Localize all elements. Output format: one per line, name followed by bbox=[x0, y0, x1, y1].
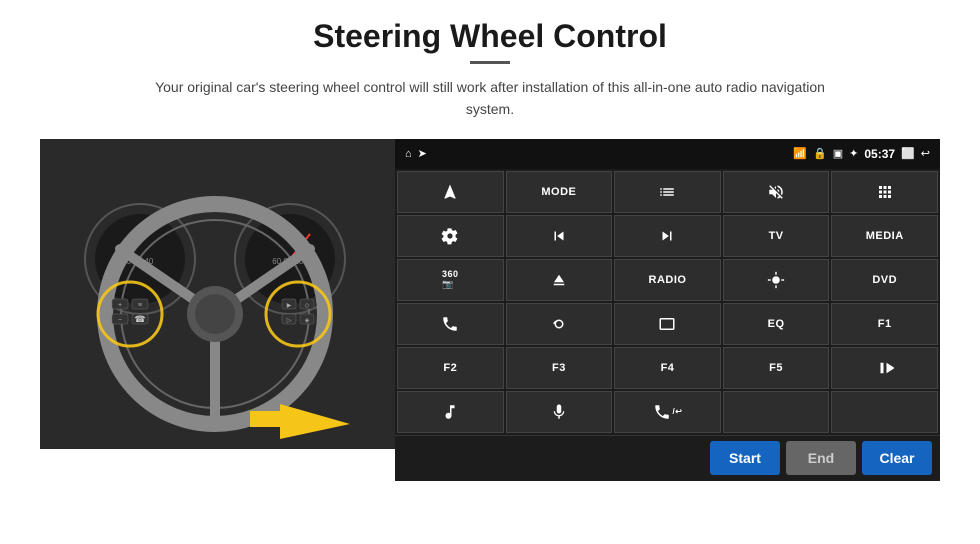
bottom-bar: Start End Clear bbox=[395, 435, 940, 481]
f1-button[interactable]: F1 bbox=[831, 303, 938, 345]
status-time: 05:37 bbox=[864, 147, 895, 161]
svg-text:◈: ◈ bbox=[305, 318, 310, 324]
page-title: Steering Wheel Control bbox=[313, 18, 667, 55]
eject-button[interactable] bbox=[506, 259, 613, 301]
lock-icon: 🔒 bbox=[813, 147, 827, 160]
back-icon: ↩ bbox=[921, 147, 930, 160]
sim-icon: ▣ bbox=[833, 147, 843, 160]
svg-text:☎: ☎ bbox=[134, 314, 145, 324]
empty-btn-1 bbox=[723, 391, 830, 433]
settings-button[interactable] bbox=[397, 215, 504, 257]
cam360-button[interactable]: 360📷 bbox=[397, 259, 504, 301]
dvd-button[interactable]: DVD bbox=[831, 259, 938, 301]
media-button[interactable]: MEDIA bbox=[831, 215, 938, 257]
callend-button[interactable]: /↩ bbox=[614, 391, 721, 433]
f3-button[interactable]: F3 bbox=[506, 347, 613, 389]
svg-text:▷: ▷ bbox=[287, 318, 292, 324]
tv-button[interactable]: TV bbox=[723, 215, 830, 257]
page-subtitle: Your original car's steering wheel contr… bbox=[140, 76, 840, 121]
nav-button[interactable] bbox=[397, 171, 504, 213]
f4-button[interactable]: F4 bbox=[614, 347, 721, 389]
status-right: 📶 🔒 ▣ ✦ 05:37 ⬜ ↩ bbox=[793, 147, 930, 161]
playpause-button[interactable] bbox=[831, 347, 938, 389]
start-button[interactable]: Start bbox=[710, 441, 780, 475]
status-bar: ⌂ ➤ 📶 🔒 ▣ ✦ 05:37 ⬜ ↩ bbox=[395, 139, 940, 169]
cast-icon: ⬜ bbox=[901, 147, 915, 160]
swipe-button[interactable] bbox=[506, 303, 613, 345]
page-container: Steering Wheel Control Your original car… bbox=[0, 0, 980, 544]
empty-btn-2 bbox=[831, 391, 938, 433]
next-button[interactable] bbox=[614, 215, 721, 257]
eq-button[interactable]: EQ bbox=[723, 303, 830, 345]
button-grid: MODE TV bbox=[395, 169, 940, 435]
apps-button[interactable] bbox=[831, 171, 938, 213]
radio-button[interactable]: RADIO bbox=[614, 259, 721, 301]
nav-icon: ➤ bbox=[418, 147, 427, 160]
svg-text:−: − bbox=[118, 317, 122, 324]
mute-button[interactable] bbox=[723, 171, 830, 213]
wifi-icon: 📶 bbox=[793, 147, 807, 160]
window-button[interactable] bbox=[614, 303, 721, 345]
mic-button[interactable] bbox=[506, 391, 613, 433]
clear-button[interactable]: Clear bbox=[862, 441, 932, 475]
f2-button[interactable]: F2 bbox=[397, 347, 504, 389]
list-button[interactable] bbox=[614, 171, 721, 213]
home-icon: ⌂ bbox=[405, 148, 412, 160]
radio-panel: ⌂ ➤ 📶 🔒 ▣ ✦ 05:37 ⬜ ↩ M bbox=[395, 139, 940, 481]
steering-wheel-image: 0 20 40 60 80 100 bbox=[40, 139, 395, 449]
f5-button[interactable]: F5 bbox=[723, 347, 830, 389]
svg-text:◇: ◇ bbox=[305, 303, 310, 309]
phone-button[interactable] bbox=[397, 303, 504, 345]
svg-text:+: + bbox=[118, 302, 122, 309]
music-button[interactable] bbox=[397, 391, 504, 433]
bt-icon: ✦ bbox=[849, 147, 858, 160]
end-button[interactable]: End bbox=[786, 441, 856, 475]
brightness-button[interactable] bbox=[723, 259, 830, 301]
svg-text:▶: ▶ bbox=[287, 303, 292, 309]
mode-button[interactable]: MODE bbox=[506, 171, 613, 213]
content-area: 0 20 40 60 80 100 bbox=[40, 139, 940, 481]
status-left: ⌂ ➤ bbox=[405, 147, 427, 160]
title-underline bbox=[470, 61, 510, 64]
prev-button[interactable] bbox=[506, 215, 613, 257]
svg-text:≡: ≡ bbox=[138, 302, 142, 309]
